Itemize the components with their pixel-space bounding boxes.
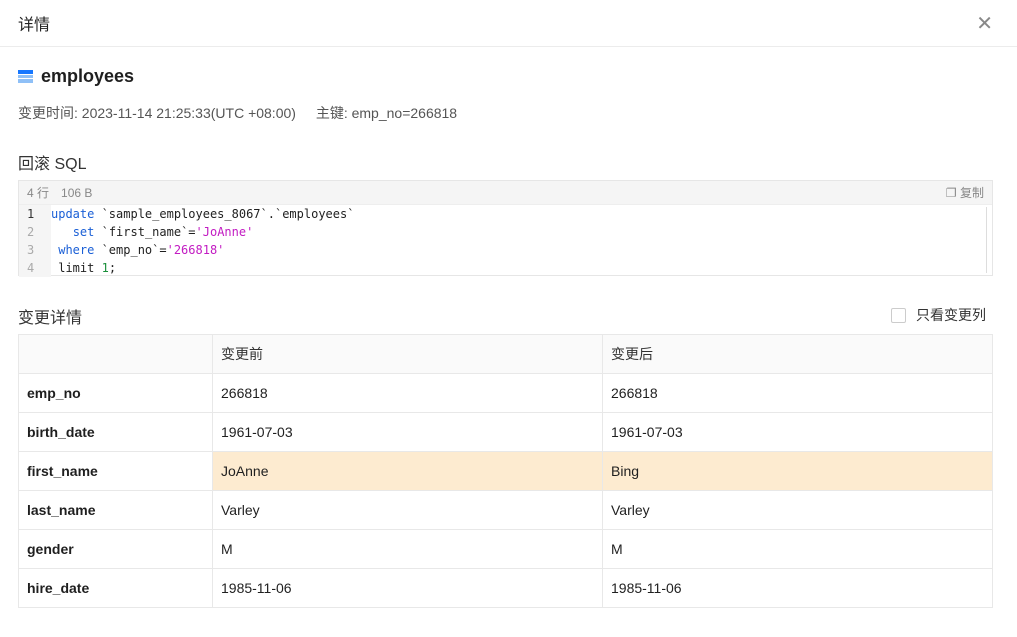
sql-editor[interactable]: 4 行 106 B ❐ 复制 1 update `sample_employees_… xyxy=(18,180,993,277)
table-row: last_name Varley Varley xyxy=(18,490,993,530)
copy-label: 复制 xyxy=(959,186,984,200)
cell-field: hire_date xyxy=(18,568,213,608)
change-time: 变更时间: 2023-11-14 21:25:33(UTC +08:00) xyxy=(18,105,296,121)
cell-before: M xyxy=(212,529,603,569)
header-after: 变更后 xyxy=(602,334,993,374)
only-changed-checkbox[interactable]: 只看变更列 xyxy=(891,305,986,325)
cell-after: 266818 xyxy=(602,373,993,413)
code-line: 3 where `emp_no`='266818' xyxy=(19,241,992,259)
code-token: 'JoAnne' xyxy=(195,225,254,239)
details-table: 变更前 变更后 emp_no 266818 266818 birth_date 1961… xyxy=(18,334,993,608)
checkbox-box[interactable] xyxy=(891,307,906,323)
code-line: 4 limit 1; xyxy=(19,259,992,277)
close-icon[interactable]: ✕ xyxy=(976,11,993,36)
table-row: gender M M xyxy=(18,529,993,569)
table-title: employees xyxy=(18,66,134,87)
line-number: 4 xyxy=(19,259,51,277)
cell-after: Varley xyxy=(602,490,993,530)
checkbox-label: 只看变更列 xyxy=(916,307,986,323)
change-meta: 变更时间: 2023-11-14 21:25:33(UTC +08:00) 主键… xyxy=(18,103,473,123)
copy-icon: ❐ xyxy=(945,186,957,200)
line-number: 1 xyxy=(19,205,51,223)
scrollbar[interactable] xyxy=(986,207,989,273)
code-token: where xyxy=(58,243,95,257)
table-row: birth_date 1961-07-03 1961-07-03 xyxy=(18,412,993,452)
table-name: employees xyxy=(41,66,135,86)
cell-after: 1985-11-06 xyxy=(602,568,993,608)
code-token: update xyxy=(51,207,95,221)
code-token: `first_name`= xyxy=(94,225,196,239)
copy-button[interactable]: ❐ 复制 xyxy=(946,184,984,201)
header-field xyxy=(18,334,213,374)
code-line: 2 set `first_name`='JoAnne' xyxy=(19,223,992,241)
header-before: 变更前 xyxy=(212,334,603,374)
code-token: ; xyxy=(108,261,117,275)
cell-field: emp_no xyxy=(18,373,213,413)
cell-after: M xyxy=(602,529,993,569)
cell-field: birth_date xyxy=(18,412,213,452)
line-number: 3 xyxy=(19,241,51,259)
line-text: where `emp_no`='266818' xyxy=(51,241,224,259)
table-row: first_name JoAnne Bing xyxy=(18,451,993,491)
cell-before: Varley xyxy=(212,490,603,530)
code-token: `emp_no`= xyxy=(94,243,167,257)
code-token: '266818' xyxy=(166,243,225,257)
line-count: 4 行 xyxy=(27,186,50,200)
cell-before: 1985-11-06 xyxy=(212,568,603,608)
table-row: hire_date 1985-11-06 1985-11-06 xyxy=(18,568,993,608)
line-number: 2 xyxy=(19,223,51,241)
table-icon xyxy=(18,70,33,84)
code-token: 1 xyxy=(101,261,109,275)
cell-field: last_name xyxy=(18,490,213,530)
code-token: limit xyxy=(51,261,102,275)
line-text: set `first_name`='JoAnne' xyxy=(51,223,254,241)
dialog-header: 详情 ✕ xyxy=(0,0,1017,47)
change-details-heading: 变更详情 xyxy=(18,310,83,327)
cell-field: first_name xyxy=(18,451,213,491)
code-token: set xyxy=(72,225,95,239)
cell-after: Bing xyxy=(602,451,993,491)
code-line: 1 update `sample_employees_8067`.`employe… xyxy=(19,205,992,223)
editor-toolbar: 4 行 106 B ❐ 复制 xyxy=(19,181,992,205)
code-token: `sample_employees_8067`.`employees` xyxy=(94,207,355,221)
cell-after: 1961-07-03 xyxy=(602,412,993,452)
cell-before: JoAnne xyxy=(212,451,603,491)
code-lines: 1 update `sample_employees_8067`.`employe… xyxy=(19,205,992,277)
cell-field: gender xyxy=(18,529,213,569)
primary-key: 主键: emp_no=266818 xyxy=(315,105,458,121)
table-row: emp_no 266818 266818 xyxy=(18,373,993,413)
line-text: update `sample_employees_8067`.`employee… xyxy=(51,205,354,223)
cell-before: 266818 xyxy=(212,373,603,413)
dialog-title: 详情 xyxy=(18,17,51,34)
cell-before: 1961-07-03 xyxy=(212,412,603,452)
line-text: limit 1; xyxy=(51,259,116,277)
byte-size: 106 B xyxy=(61,186,93,200)
rollback-sql-heading: 回滚 SQL xyxy=(18,156,87,173)
